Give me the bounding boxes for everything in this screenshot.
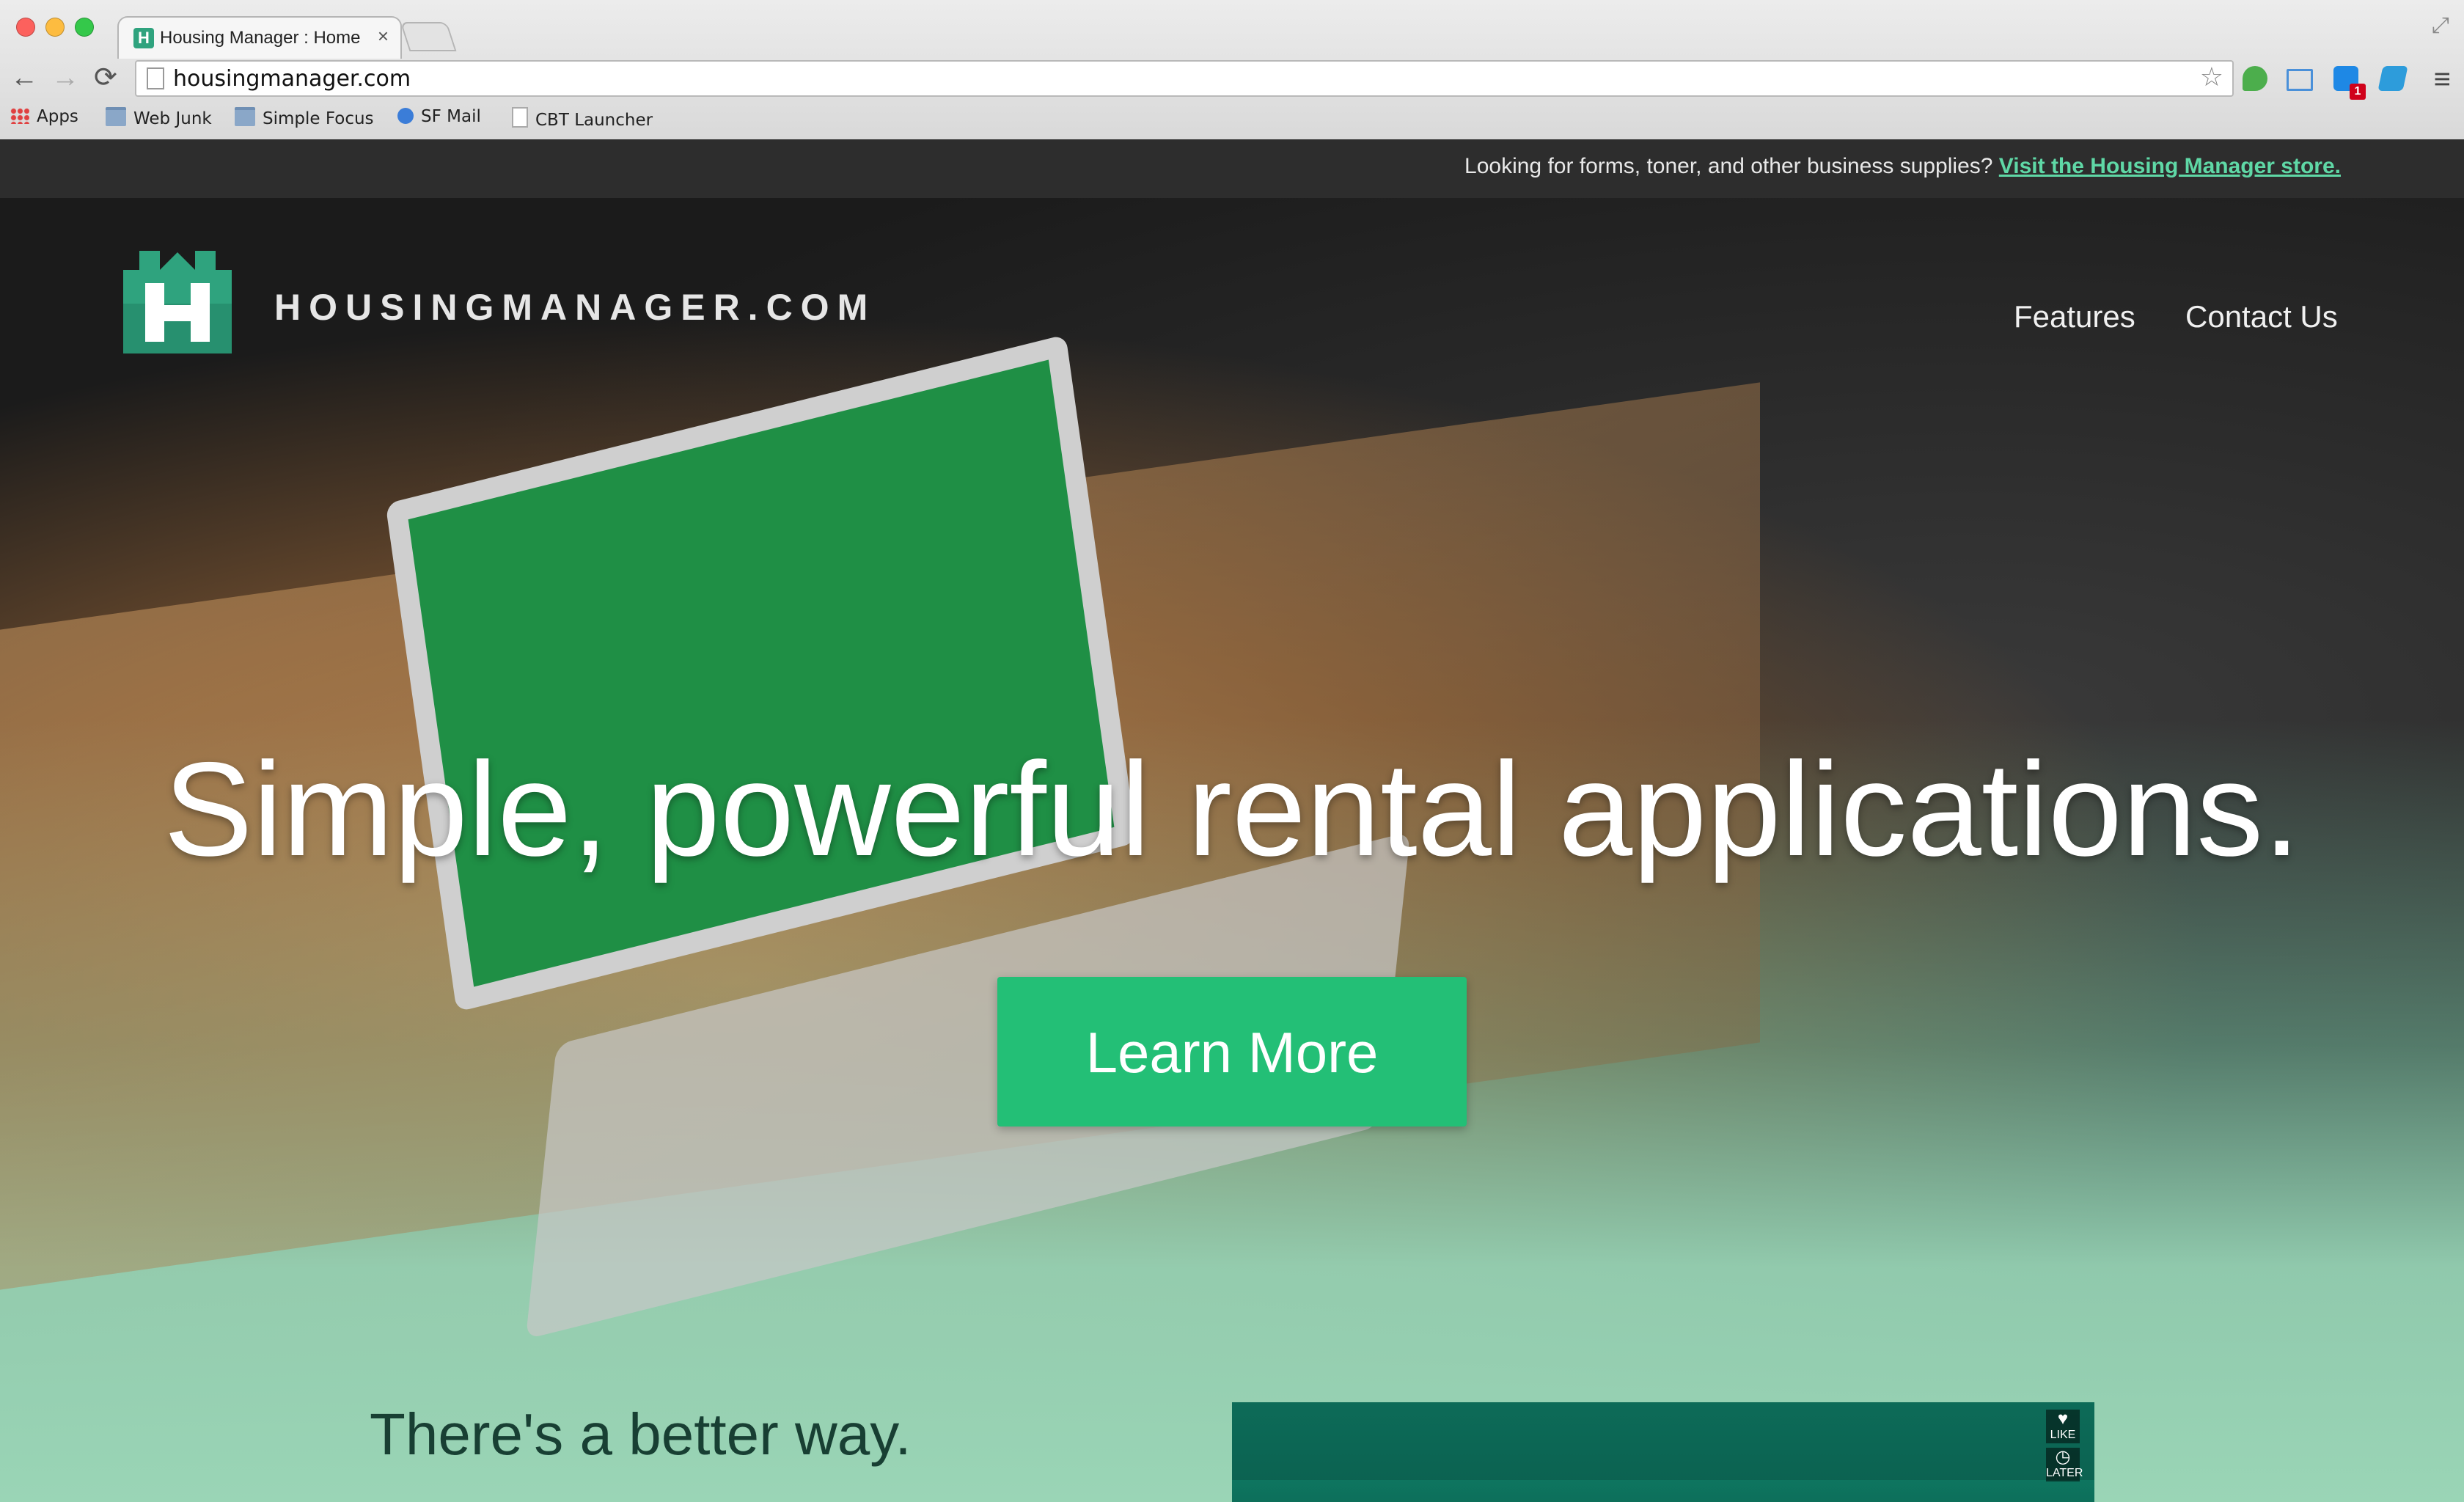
blue-extension-icon[interactable] — [2377, 66, 2408, 91]
notification-badge: 1 — [2350, 84, 2366, 100]
address-bar[interactable]: housingmanager.com ☆ — [135, 60, 2234, 97]
bookmark-label: Web Junk — [133, 109, 212, 128]
bookmark-label: CBT Launcher — [535, 111, 653, 130]
bookmark-label: Apps — [37, 107, 78, 126]
housing-manager-logo[interactable] — [123, 245, 232, 353]
back-arrow-icon[interactable]: ← — [10, 62, 38, 94]
evernote-extension-icon[interactable] — [2243, 66, 2267, 91]
close-window-button[interactable] — [16, 18, 35, 37]
bookmark-web-junk[interactable]: Web Junk — [106, 107, 212, 128]
forward-arrow-icon[interactable]: → — [51, 62, 79, 94]
house-h-logo-icon — [123, 251, 232, 353]
video-later-button[interactable]: ◷ LATER — [2046, 1447, 2083, 1481]
title-bar: H Housing Manager : Home × ⤢ — [0, 0, 2464, 59]
browser-toolbar: ← → ⟳ housingmanager.com ☆ 1 ≡ — [0, 57, 2464, 100]
page-icon — [147, 67, 164, 89]
bookmark-cbt-launcher[interactable]: CBT Launcher — [512, 107, 653, 130]
section-subheading: There's a better way. — [370, 1402, 912, 1467]
sf-mail-icon — [397, 108, 414, 124]
favicon-icon: H — [133, 28, 154, 48]
video-later-label: LATER — [2046, 1467, 2083, 1479]
nav-contact-us[interactable]: Contact Us — [2185, 299, 2338, 334]
url-text[interactable]: housingmanager.com — [173, 66, 411, 92]
video-like-label: LIKE — [2050, 1429, 2076, 1441]
screen-capture-extension-icon[interactable] — [2287, 69, 2313, 91]
tab-title: Housing Manager : Home — [160, 28, 361, 48]
promo-bar: Looking for forms, toner, and other busi… — [0, 139, 2464, 198]
tab-close-icon[interactable]: × — [378, 25, 389, 48]
hamburger-menu-icon[interactable]: ≡ — [2434, 63, 2451, 96]
bookmark-label: Simple Focus — [263, 109, 374, 128]
brand-name[interactable]: HOUSINGMANAGER.COM — [274, 286, 876, 329]
bookmarks-bar: Apps Web Junk Simple Focus SF Mail CBT L… — [0, 103, 2464, 135]
hero-section: HOUSINGMANAGER.COM Features Contact Us S… — [0, 198, 2464, 1502]
zoom-window-button[interactable] — [75, 18, 94, 37]
reload-icon[interactable]: ⟳ — [94, 62, 117, 94]
bookmark-label: SF Mail — [421, 107, 481, 126]
apps-grid-icon — [10, 108, 29, 124]
bookmark-sf-mail[interactable]: SF Mail — [397, 107, 481, 126]
video-embed[interactable]: ♥ LIKE ◷ LATER — [1232, 1402, 2094, 1502]
browser-tab[interactable]: H Housing Manager : Home × — [117, 16, 402, 59]
fullscreen-icon[interactable]: ⤢ — [2432, 13, 2449, 38]
bookmark-simple-focus[interactable]: Simple Focus — [235, 107, 374, 128]
heart-icon: ♥ — [2057, 1409, 2069, 1429]
store-link[interactable]: Visit the Housing Manager store. — [1999, 154, 2341, 178]
bookmark-apps[interactable]: Apps — [10, 107, 78, 126]
nav-features[interactable]: Features — [2014, 299, 2135, 334]
minimize-window-button[interactable] — [45, 18, 65, 37]
promo-text: Looking for forms, toner, and other busi… — [1464, 154, 1993, 178]
bookmark-star-icon[interactable]: ☆ — [2200, 62, 2223, 92]
promo-message: Looking for forms, toner, and other busi… — [1464, 154, 2341, 179]
learn-more-button[interactable]: Learn More — [997, 977, 1467, 1126]
clock-icon: ◷ — [2055, 1447, 2071, 1467]
web-page: Looking for forms, toner, and other busi… — [0, 139, 2464, 1502]
browser-chrome: H Housing Manager : Home × ⤢ ← → ⟳ housi… — [0, 0, 2464, 141]
folder-icon — [106, 107, 126, 126]
new-tab-button[interactable] — [400, 22, 457, 51]
hero-headline: Simple, powerful rental applications. — [164, 734, 2300, 884]
video-like-button[interactable]: ♥ LIKE — [2046, 1410, 2080, 1443]
video-thumbnail — [1232, 1480, 2094, 1502]
document-icon — [512, 107, 528, 128]
folder-icon — [235, 107, 255, 126]
